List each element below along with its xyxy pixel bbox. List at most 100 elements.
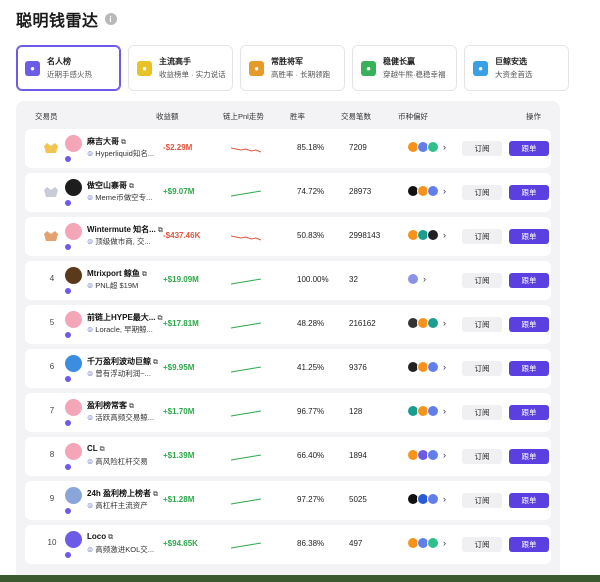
- category-card-1[interactable]: ● 名人榜 近期手感火热: [16, 45, 121, 91]
- chevron-right-icon[interactable]: ›: [423, 274, 426, 284]
- trader-name[interactable]: 盈利榜常客 ⧉: [87, 400, 134, 411]
- coin-icon: [427, 405, 439, 417]
- category-card-4[interactable]: ● 稳健长赢 穿越牛熊·稳稳幸福: [352, 45, 457, 91]
- coin-preferences[interactable]: ›: [407, 141, 446, 153]
- subscribe-button[interactable]: 订阅: [462, 493, 502, 508]
- table-row[interactable]: 8 CL ⧉ ⊚ 高风险杠杆交易 +$1.39M 66.40% 1894 › 订阅 跟单: [25, 437, 551, 476]
- copy-icon[interactable]: ⧉: [157, 315, 162, 322]
- copy-icon[interactable]: ⧉: [129, 403, 134, 410]
- avatar[interactable]: [65, 179, 82, 196]
- trader-name[interactable]: Wintermute 知名... ⧉: [87, 224, 163, 235]
- chevron-right-icon[interactable]: ›: [443, 362, 446, 372]
- table-row[interactable]: 7 盈利榜常客 ⧉ ⊚ 活跃高频交易鲸... +$1.70M 96.77% 128 › 订阅 跟单: [25, 393, 551, 432]
- follow-button[interactable]: 跟单: [509, 405, 549, 420]
- chevron-right-icon[interactable]: ›: [443, 142, 446, 152]
- copy-icon[interactable]: ⧉: [121, 139, 126, 146]
- trader-name[interactable]: Mtrixport 鲸鱼 ⧉: [87, 268, 147, 279]
- avatar[interactable]: [65, 443, 82, 460]
- subscribe-button[interactable]: 订阅: [462, 405, 502, 420]
- trade-count: 32: [349, 275, 358, 284]
- coin-preferences[interactable]: ›: [407, 493, 446, 505]
- copy-icon[interactable]: ⧉: [108, 534, 113, 541]
- follow-button[interactable]: 跟单: [509, 141, 549, 156]
- subscribe-button[interactable]: 订阅: [462, 449, 502, 464]
- trader-name[interactable]: 千万盈利波动巨鲸 ⧉: [87, 356, 158, 367]
- follow-button[interactable]: 跟单: [509, 493, 549, 508]
- trader-desc-text: 高频激进KOL交...: [95, 545, 155, 554]
- subscribe-button[interactable]: 订阅: [462, 537, 502, 552]
- chevron-right-icon[interactable]: ›: [443, 450, 446, 460]
- table-row[interactable]: 10 Loco ⧉ ⊚ 高频激进KOL交... +$94.65K 86.38% 497 › 订阅跟…: [25, 525, 551, 564]
- chevron-right-icon[interactable]: ›: [443, 318, 446, 328]
- table-row[interactable]: 5 前链上HYPE最大... ⧉ ⊚ Loracle, 早期鲸... +$17.81M 48…: [25, 305, 551, 344]
- subscribe-button[interactable]: 订阅: [462, 273, 502, 288]
- table-row[interactable]: 做空山寨哥 ⧉ ⊚ Meme币做空专... +$9.07M 74.72% 28973 › 订阅跟…: [25, 173, 551, 212]
- chevron-right-icon[interactable]: ›: [443, 186, 446, 196]
- badge-icon: [65, 332, 71, 338]
- coin-preferences[interactable]: ›: [407, 449, 446, 461]
- copy-icon[interactable]: ⧉: [129, 183, 134, 190]
- tag-icon: ⊚: [87, 149, 94, 158]
- copy-icon[interactable]: ⧉: [100, 446, 105, 453]
- avatar[interactable]: [65, 267, 82, 284]
- follow-button[interactable]: 跟单: [509, 273, 549, 288]
- table-row[interactable]: 麻吉大哥 ⧉ ⊚ Hyperliquid知名... -$2.29M 85.18% 7209 ›…: [25, 129, 551, 168]
- trader-name[interactable]: Loco ⧉: [87, 532, 113, 542]
- avatar[interactable]: [65, 355, 82, 372]
- chevron-right-icon[interactable]: ›: [443, 406, 446, 416]
- info-icon[interactable]: i: [104, 13, 117, 25]
- trader-name[interactable]: 做空山寨哥 ⧉: [87, 180, 134, 191]
- category-card-5[interactable]: ● 巨鲸安选 大资金首选: [464, 45, 569, 91]
- avatar[interactable]: [65, 311, 82, 328]
- table-row[interactable]: 4 Mtrixport 鲸鱼 ⧉ ⊚ PNL超 $19M +$19.09M 100.00% 3…: [25, 261, 551, 300]
- table-row[interactable]: Wintermute 知名... ⧉ ⊚ 顶级做市商, 交... -$437.46K 50…: [25, 217, 551, 256]
- category-card-3[interactable]: ● 常胜将军 高胜率 · 长期领跑: [240, 45, 345, 91]
- trader-name[interactable]: CL ⧉: [87, 444, 105, 454]
- coin-preferences[interactable]: ›: [407, 185, 446, 197]
- subscribe-button[interactable]: 订阅: [462, 185, 502, 200]
- subscribe-button[interactable]: 订阅: [462, 229, 502, 244]
- chevron-right-icon[interactable]: ›: [443, 494, 446, 504]
- follow-button[interactable]: 跟单: [509, 449, 549, 464]
- follow-button[interactable]: 跟单: [509, 185, 549, 200]
- trade-count: 7209: [349, 143, 367, 152]
- category-card-2[interactable]: ● 主流高手 收益榜单 · 实力说话: [128, 45, 233, 91]
- copy-icon[interactable]: ⧉: [153, 491, 158, 498]
- trader-name[interactable]: 前链上HYPE最大... ⧉: [87, 312, 162, 323]
- table-row[interactable]: 9 24h 盈利榜上榜者 ⧉ ⊚ 高杠杆主流资产 +$1.28M 97.27% 5025 › 订阅…: [25, 481, 551, 520]
- coin-preferences[interactable]: ›: [407, 361, 446, 373]
- trader-name-text: 麻吉大哥: [87, 137, 119, 146]
- pnl-value: +$9.95M: [163, 363, 195, 372]
- subscribe-button[interactable]: 订阅: [462, 141, 502, 156]
- avatar[interactable]: [65, 399, 82, 416]
- copy-icon[interactable]: ⧉: [153, 359, 158, 366]
- copy-icon[interactable]: ⧉: [142, 271, 147, 278]
- trader-name-text: Wintermute 知名...: [87, 225, 156, 234]
- coin-preferences[interactable]: ›: [407, 229, 446, 241]
- subscribe-button[interactable]: 订阅: [462, 361, 502, 376]
- win-rate: 66.40%: [297, 451, 325, 460]
- avatar[interactable]: [65, 223, 82, 240]
- pnl-sparkline: [231, 542, 261, 549]
- avatar[interactable]: [65, 531, 82, 548]
- coin-preferences[interactable]: ›: [407, 273, 426, 285]
- follow-button[interactable]: 跟单: [509, 317, 549, 332]
- follow-button[interactable]: 跟单: [509, 537, 549, 552]
- avatar[interactable]: [65, 487, 82, 504]
- badge-list: [65, 464, 71, 470]
- coin-icon: [427, 537, 439, 549]
- badge-list: [65, 508, 71, 514]
- chevron-right-icon[interactable]: ›: [443, 230, 446, 240]
- follow-button[interactable]: 跟单: [509, 361, 549, 376]
- subscribe-button[interactable]: 订阅: [462, 317, 502, 332]
- table-row[interactable]: 6 千万盈利波动巨鲸 ⧉ ⊚ 曾有浮动利润~... +$9.95M 41.25% 9376 › 订…: [25, 349, 551, 388]
- trader-name[interactable]: 麻吉大哥 ⧉: [87, 136, 126, 147]
- follow-button[interactable]: 跟单: [509, 229, 549, 244]
- coin-preferences[interactable]: ›: [407, 537, 446, 549]
- avatar[interactable]: [65, 135, 82, 152]
- coin-preferences[interactable]: ›: [407, 405, 446, 417]
- pnl-sparkline: [231, 454, 261, 461]
- trader-name[interactable]: 24h 盈利榜上榜者 ⧉: [87, 488, 158, 499]
- chevron-right-icon[interactable]: ›: [443, 538, 446, 548]
- coin-preferences[interactable]: ›: [407, 317, 446, 329]
